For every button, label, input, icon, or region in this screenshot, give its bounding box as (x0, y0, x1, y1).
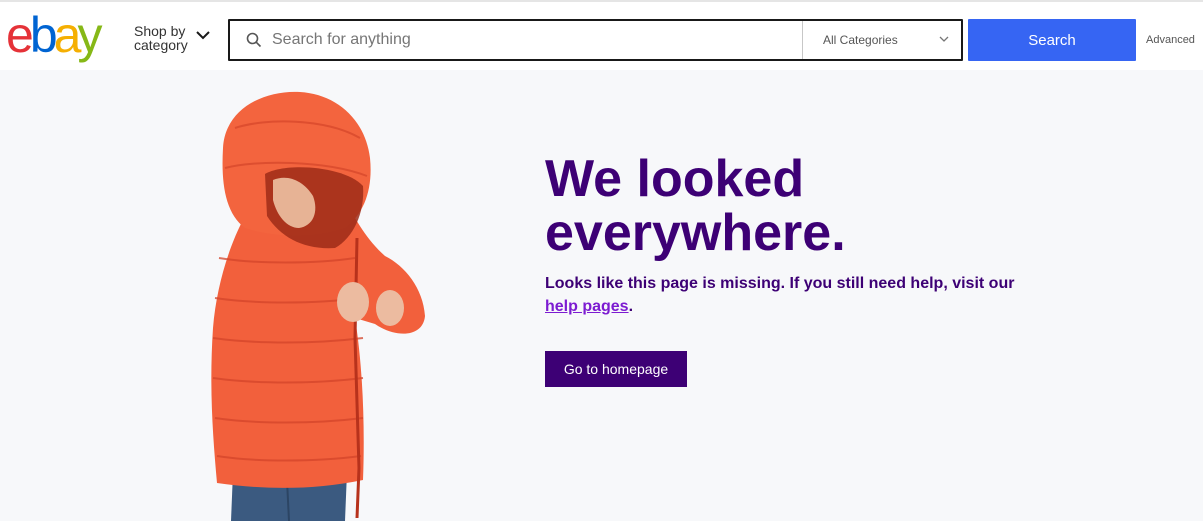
headline-line-1: We looked (545, 150, 805, 208)
help-pages-link[interactable]: help pages (545, 298, 629, 315)
search-button[interactable]: Search (968, 19, 1136, 61)
error-headline: We looked everywhere. (545, 152, 846, 260)
svg-text:ebay: ebay (6, 12, 102, 63)
global-header: ebay Shop by category All Categories Sea… (0, 2, 1203, 70)
chevron-down-icon (939, 36, 949, 42)
shop-by-category-button[interactable]: Shop by category (134, 23, 210, 53)
category-select[interactable]: All Categories (803, 21, 961, 59)
error-message-period: . (628, 298, 634, 315)
advanced-search-link[interactable]: Advanced (1146, 34, 1195, 46)
logo-letter-y: y (77, 12, 102, 63)
search-input[interactable] (270, 21, 800, 59)
child-in-orange-jacket-image (211, 91, 425, 521)
error-page: We looked everywhere. Looks like this pa… (0, 70, 1203, 521)
search-icon (246, 32, 262, 48)
category-select-value: All Categories (823, 33, 898, 47)
logo-letter-b: b (30, 12, 56, 63)
chevron-down-icon (196, 31, 210, 40)
ebay-logo[interactable]: ebay (6, 12, 128, 68)
headline-line-2: everywhere. (545, 204, 846, 262)
logo-letter-e: e (6, 12, 32, 63)
error-message: Looks like this page is missing. If you … (545, 272, 1035, 318)
go-to-homepage-button[interactable]: Go to homepage (545, 351, 687, 387)
category-label: category (134, 37, 188, 53)
shop-by-label: Shop by (134, 23, 186, 39)
search-bar: All Categories (228, 19, 963, 61)
error-message-text: Looks like this page is missing. If you … (545, 275, 1015, 292)
